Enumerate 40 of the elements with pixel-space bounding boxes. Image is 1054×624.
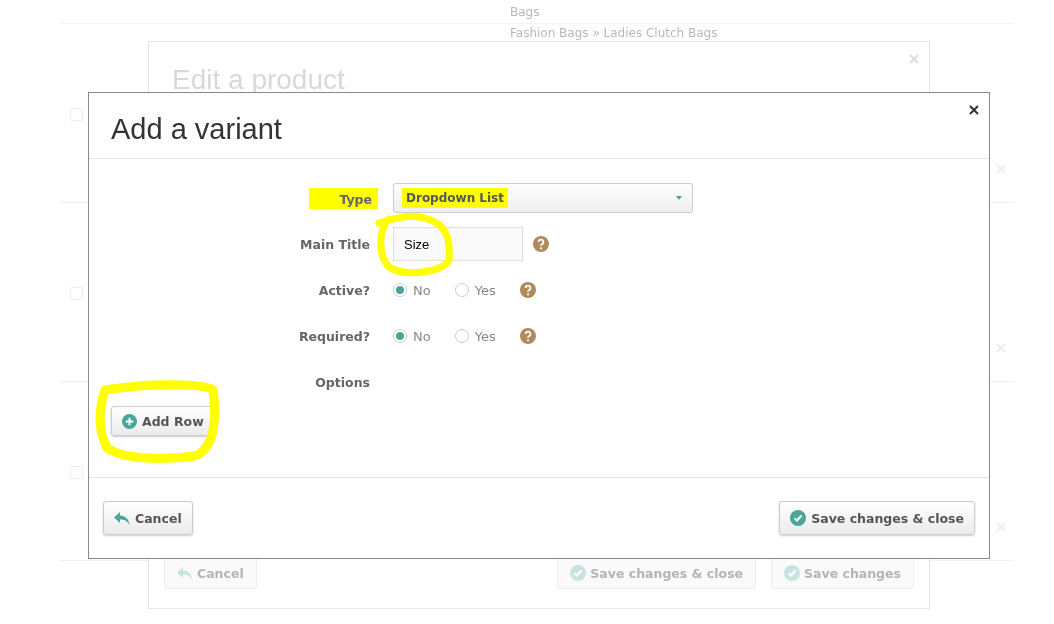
field-label: Required? [298, 328, 370, 344]
field-label: Active? [318, 282, 370, 298]
radio-option[interactable]: Yes [454, 328, 496, 344]
radio-option[interactable]: Yes [454, 282, 496, 298]
help-icon[interactable] [519, 328, 536, 344]
reply-arrow-icon [177, 566, 193, 580]
radio-button[interactable] [454, 283, 469, 297]
check-circle-icon [790, 510, 807, 526]
save-close-button[interactable]: Save changes & close [779, 501, 975, 535]
field-label: Options [315, 374, 370, 390]
option-label: No [413, 282, 431, 298]
check-circle-icon [570, 565, 587, 581]
help-icon[interactable] [533, 236, 549, 252]
save-button[interactable]: Save changes & close [557, 557, 757, 589]
option-label: No [413, 328, 431, 344]
option-label: Yes [474, 328, 496, 344]
category-path-text: Fashion Bags » Ladies Clutch Bags [510, 26, 718, 40]
category-text: Bags [510, 4, 540, 19]
plus-circle-icon [122, 413, 137, 429]
radio-button[interactable] [393, 283, 407, 297]
cancel-button[interactable]: Cancel [103, 501, 193, 535]
check-circle-icon [784, 565, 801, 581]
field-label: Type [309, 187, 378, 209]
radio-button[interactable] [393, 329, 407, 343]
close-button[interactable] [967, 103, 981, 117]
reply-arrow-icon [114, 511, 130, 525]
cancel-button[interactable]: Cancel [164, 557, 257, 589]
dialog-title: Add a variant [111, 113, 282, 146]
help-icon[interactable] [519, 282, 536, 298]
type-dropdown[interactable]: Dropdown List [393, 183, 693, 213]
close-icon [969, 105, 979, 115]
close-icon [909, 54, 919, 64]
radio-option[interactable]: No [393, 282, 431, 298]
caret-icon [676, 196, 682, 200]
input-field[interactable]: Size [393, 227, 523, 261]
field-label: Main Title [300, 236, 370, 252]
option-label: Yes [474, 282, 496, 298]
save-button[interactable]: Save changes [771, 557, 914, 589]
radio-button[interactable] [454, 329, 469, 343]
radio-option[interactable]: No [393, 328, 431, 344]
